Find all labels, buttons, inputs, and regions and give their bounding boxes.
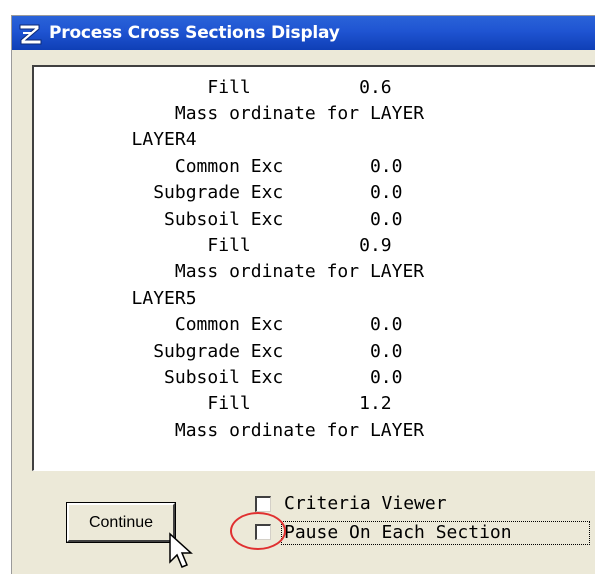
process-cross-sections-window: Process Cross Sections Display Fill 0.6 …	[11, 15, 595, 574]
criteria-viewer-option[interactable]: Criteria Viewer	[255, 494, 555, 516]
window-title: Process Cross Sections Display	[49, 23, 340, 43]
criteria-viewer-label: Criteria Viewer	[284, 493, 447, 514]
report-line: Fill 0.9	[34, 235, 392, 256]
report-line: LAYER5	[34, 288, 197, 309]
arrow-pointer-icon	[169, 532, 193, 568]
annotation-circle	[230, 512, 286, 550]
continue-button-label: Continue	[88, 513, 154, 531]
report-line: Mass ordinate for LAYER	[34, 103, 425, 124]
report-line: Subgrade Exc 0.0	[34, 341, 403, 362]
report-line: Subgrade Exc 0.0	[34, 182, 403, 203]
app-z-icon	[19, 24, 42, 45]
pause-each-section-option[interactable]: Pause On Each Section	[255, 521, 590, 545]
report-line: Fill 0.6	[34, 77, 392, 98]
title-bar[interactable]: Process Cross Sections Display	[12, 16, 595, 50]
report-text-area[interactable]: Fill 0.6 Mass ordinate for LAYER LAYER4 …	[32, 65, 595, 471]
report-line: Subsoil Exc 0.0	[34, 209, 403, 230]
continue-button[interactable]: Continue	[66, 502, 176, 543]
report-line: Common Exc 0.0	[34, 314, 403, 335]
report-line: Mass ordinate for LAYER	[34, 420, 425, 441]
report-line: Subsoil Exc 0.0	[34, 367, 403, 388]
criteria-viewer-checkbox[interactable]	[255, 496, 271, 512]
report-line: Mass ordinate for LAYER	[34, 261, 425, 282]
report-line: LAYER4	[34, 129, 197, 150]
pause-each-section-label: Pause On Each Section	[284, 522, 512, 543]
report-line: Fill 1.2	[34, 393, 392, 414]
report-line: Common Exc 0.0	[34, 156, 403, 177]
